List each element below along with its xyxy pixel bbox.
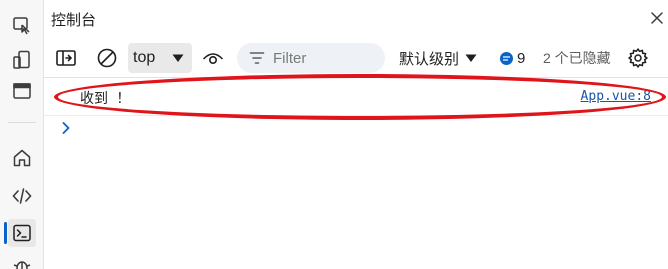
gear-icon[interactable] bbox=[626, 46, 650, 70]
panel-titlebar: 控制台 bbox=[44, 0, 668, 38]
log-level-label: 默认级别 bbox=[399, 50, 460, 68]
console-toolbar: top 默认级别 9 bbox=[44, 40, 668, 76]
chevron-down-icon bbox=[465, 54, 477, 62]
issues-counter[interactable]: 9 bbox=[500, 46, 525, 70]
close-icon[interactable] bbox=[646, 6, 668, 30]
issues-count: 9 bbox=[517, 49, 526, 67]
console-icon[interactable] bbox=[8, 219, 36, 247]
sidebar-divider bbox=[8, 122, 36, 123]
console-output: 收到 ！ App.vue:8 bbox=[44, 74, 668, 269]
filter-input[interactable] bbox=[273, 49, 383, 67]
activity-sidebar bbox=[0, 0, 44, 269]
debugger-bug-icon[interactable] bbox=[8, 252, 36, 269]
filter-field[interactable] bbox=[237, 43, 385, 73]
active-indicator bbox=[4, 222, 7, 244]
issues-icon bbox=[500, 51, 513, 65]
hidden-messages-count: 2 个已隐藏 bbox=[543, 50, 611, 66]
context-value: top bbox=[133, 49, 156, 66]
clear-console-icon[interactable] bbox=[95, 46, 119, 70]
message-text: 收到 ！ bbox=[80, 91, 131, 107]
chevron-right-icon[interactable] bbox=[58, 120, 74, 136]
log-level-selector[interactable]: 默认级别 bbox=[399, 46, 477, 70]
live-expression-eye-icon[interactable] bbox=[201, 46, 225, 70]
device-emulation-icon[interactable] bbox=[8, 46, 36, 74]
sidebar-toggle-icon[interactable] bbox=[54, 46, 78, 70]
dock-panel-icon[interactable] bbox=[8, 77, 36, 105]
devtools-window: 控制台 top Filter 默认级别 9 2 个已隐藏 收到 ！ App.vu… bbox=[0, 0, 668, 269]
chevron-down-icon bbox=[172, 54, 184, 62]
panel-title: 控制台 bbox=[51, 11, 97, 29]
home-icon[interactable] bbox=[8, 144, 36, 172]
message-source-link[interactable]: App.vue:8 bbox=[581, 89, 651, 104]
elements-code-icon[interactable] bbox=[8, 182, 36, 210]
context-selector[interactable]: top bbox=[128, 43, 192, 73]
filter-icon bbox=[249, 52, 265, 64]
inspect-element-icon[interactable] bbox=[8, 12, 36, 40]
console-message: 收到 ！ App.vue:8 bbox=[44, 78, 668, 116]
